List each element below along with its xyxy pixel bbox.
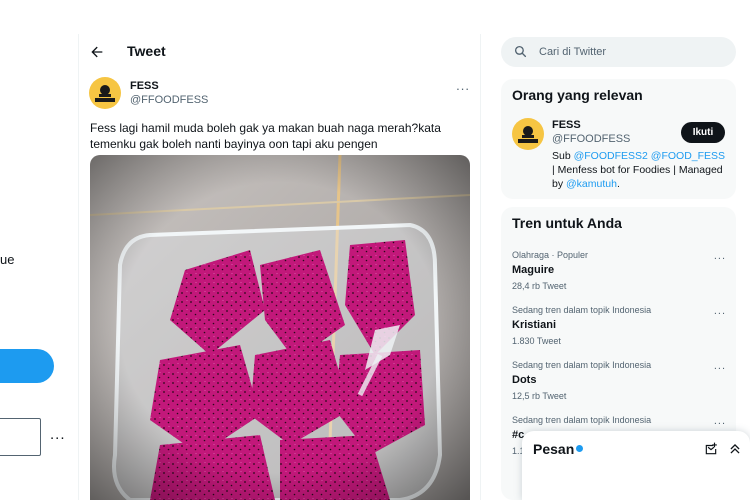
tweet-photo[interactable]: [90, 155, 470, 500]
bio-link-food-fess[interactable]: @FOOD_FESS: [651, 150, 725, 162]
chevron-up-icon[interactable]: [728, 442, 742, 456]
search-icon: [514, 45, 527, 58]
page-title: Tweet: [127, 43, 166, 59]
dragonfruit-photo: [90, 155, 470, 500]
follow-button[interactable]: Ikuti: [681, 122, 725, 143]
tweet-header: Tweet: [79, 34, 480, 70]
trend-count: 12,5 rb Tweet: [512, 391, 567, 401]
bio-link-foodfess2[interactable]: @FOODFESS2: [574, 150, 648, 162]
trend-meta: Sedang tren dalam topik Indonesia: [512, 415, 652, 425]
trend-name: Dots: [512, 374, 537, 386]
foodfess-logo-icon: [518, 126, 538, 143]
relevant-people-card: Orang yang relevan FESS @FFOODFESS Ikuti…: [501, 79, 736, 199]
unread-dot-icon: [576, 445, 583, 452]
messages-title: Pesan: [533, 441, 575, 457]
messages-drawer[interactable]: Pesan: [522, 431, 750, 500]
trend-count: 28,4 rb Tweet: [512, 281, 567, 291]
trend-item[interactable]: Sedang tren dalam topik Indonesia Kristi…: [512, 305, 726, 346]
trend-count: 1.830 Tweet: [512, 336, 561, 346]
trend-more-icon[interactable]: ...: [714, 360, 726, 372]
trends-title: Tren untuk Anda: [512, 215, 622, 231]
author-handle[interactable]: @FFOODFESS: [130, 94, 208, 106]
search-bar[interactable]: [501, 37, 736, 67]
tweet-text: Fess lagi hamil muda boleh gak ya makan …: [90, 121, 441, 151]
account-switcher[interactable]: [0, 418, 41, 456]
post-button[interactable]: [0, 349, 54, 383]
author-avatar[interactable]: [89, 77, 121, 109]
trend-item[interactable]: Sedang tren dalam topik Indonesia Dots 1…: [512, 360, 726, 401]
trend-name: Kristiani: [512, 319, 557, 331]
bio-suffix: .: [616, 178, 620, 190]
main-column: Tweet FESS @FFOODFESS ... Fess lagi hami…: [78, 34, 481, 500]
search-input[interactable]: [539, 37, 729, 67]
bio-prefix: Sub: [552, 150, 574, 162]
trend-more-icon[interactable]: ...: [714, 250, 726, 262]
relevant-name[interactable]: FESS: [552, 119, 581, 131]
trend-meta: Sedang tren dalam topik Indonesia: [512, 360, 652, 370]
account-more-icon[interactable]: ...: [50, 426, 66, 443]
bio-link-kamutuh[interactable]: @kamutuh: [566, 178, 617, 190]
trend-name: Maguire: [512, 264, 555, 276]
trend-meta: Sedang tren dalam topik Indonesia: [512, 305, 652, 315]
relevant-avatar[interactable]: [512, 118, 544, 150]
relevant-bio: Sub @FOODFESS2 @FOOD_FESS | Menfess bot …: [552, 149, 730, 191]
foodfess-logo-icon: [95, 85, 115, 102]
trend-more-icon[interactable]: ...: [714, 305, 726, 317]
trend-more-icon[interactable]: ...: [714, 415, 726, 427]
trend-item[interactable]: Olahraga · Populer Maguire 28,4 rb Tweet…: [512, 250, 726, 291]
new-message-icon[interactable]: [704, 442, 718, 456]
left-nav-fragment: ue: [0, 252, 15, 267]
back-arrow-icon[interactable]: [89, 44, 105, 60]
relevant-people-title: Orang yang relevan: [512, 87, 643, 103]
trend-meta: Olahraga · Populer: [512, 250, 589, 260]
relevant-handle[interactable]: @FFOODFESS: [552, 133, 630, 145]
tweet-more-icon[interactable]: ...: [456, 78, 470, 93]
author-name[interactable]: FESS: [130, 80, 159, 92]
